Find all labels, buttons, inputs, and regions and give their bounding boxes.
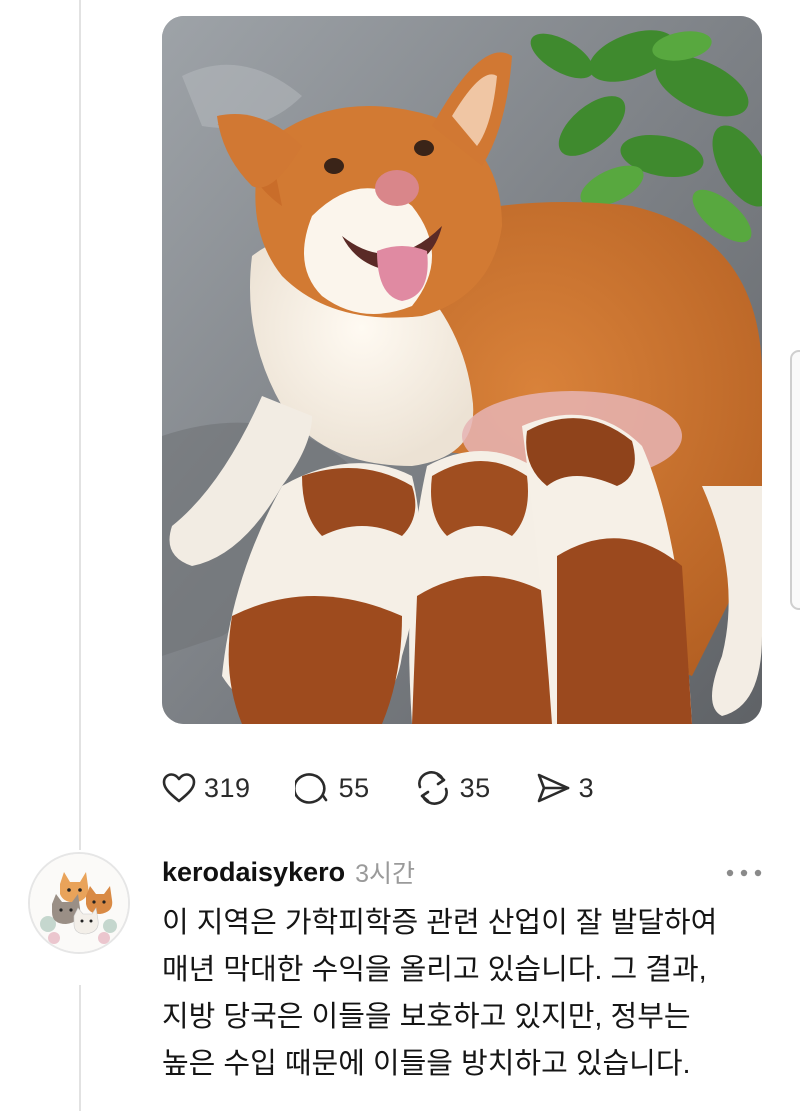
heart-icon: [162, 773, 196, 803]
cats-avatar-image: [30, 854, 128, 952]
username[interactable]: kerodaisykero: [162, 857, 345, 888]
comment-button[interactable]: 55: [294, 771, 370, 805]
scrollbar-handle[interactable]: [790, 350, 800, 610]
share-button[interactable]: 3: [535, 772, 595, 804]
more-options-button[interactable]: [722, 860, 766, 886]
repost-button[interactable]: 35: [414, 771, 491, 805]
reply-line: 매년 막대한 수익을 올리고 있습니다. 그 결과,: [162, 954, 707, 986]
repost-icon: [417, 771, 448, 805]
share-count: 3: [578, 772, 595, 803]
share-icon: [537, 773, 569, 803]
post-image[interactable]: [162, 16, 762, 724]
like-count: 319: [204, 772, 251, 803]
comment-icon: [294, 773, 327, 804]
comment-count: 55: [338, 772, 370, 803]
dog-with-puppies-photo: [162, 16, 762, 724]
reply-line: 지방 당국은 이들을 보호하고 있지만, 정부는: [162, 1001, 691, 1033]
reply-text: 이 지역은 가학피학증 관련 산업이 잘 발달하여 매년 막대한 수익을 올리고…: [162, 900, 772, 1088]
reply-line: 높은 수입 때문에 이들을 방치하고 있습니다.: [162, 1048, 691, 1080]
timestamp: 3시간: [355, 860, 416, 888]
thread-connector-line-lower: [79, 985, 81, 1111]
reply-line: 이 지역은 가학피학증 관련 산업이 잘 발달하여: [162, 907, 718, 939]
post-action-bar: 319 55 35 3: [162, 766, 638, 810]
like-button[interactable]: 319: [162, 772, 251, 804]
reply-header: kerodaisykero 3시간: [162, 852, 415, 892]
repost-count: 35: [459, 772, 491, 803]
avatar[interactable]: [28, 852, 130, 954]
more-dots-icon: [726, 869, 762, 877]
thread-connector-line: [79, 0, 81, 850]
